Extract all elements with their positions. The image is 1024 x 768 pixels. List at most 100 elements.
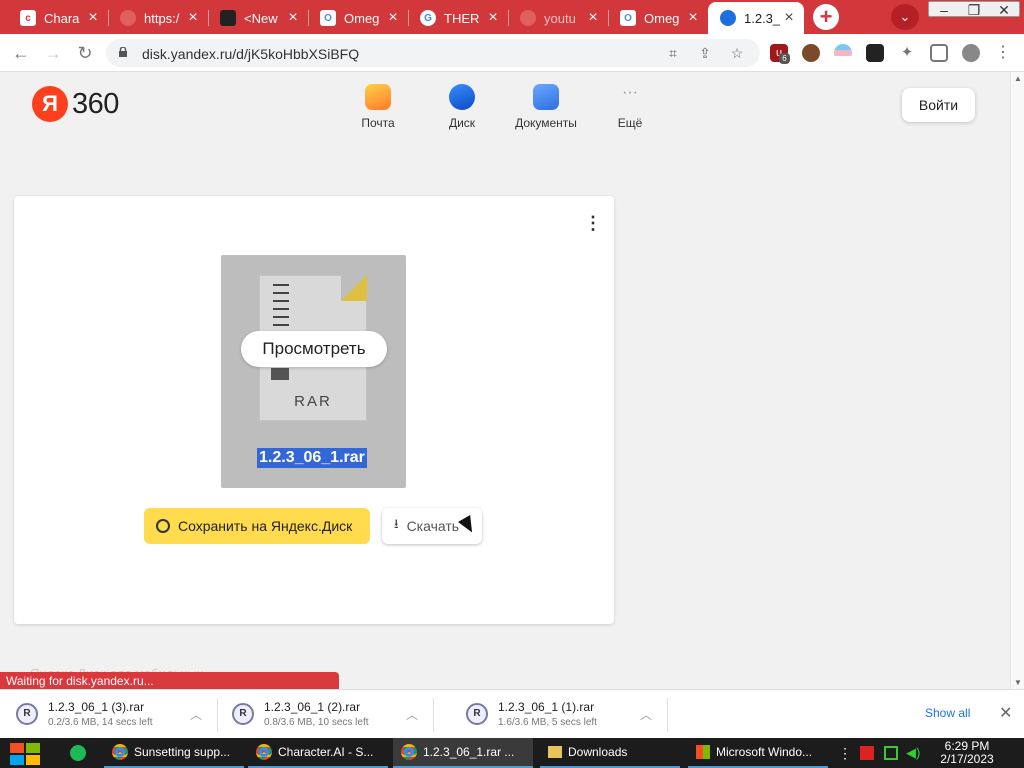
back-icon[interactable]: ← bbox=[10, 42, 32, 64]
scrollbar[interactable]: ▲ ▼ bbox=[1010, 72, 1024, 689]
close-icon[interactable]: × bbox=[684, 9, 702, 27]
download-item[interactable]: R 1.2.3_06_1 (3).rar 0.2/3.6 MB, 14 secs… bbox=[0, 690, 218, 739]
download-name: 1.2.3_06_1 (3).rar bbox=[48, 700, 145, 714]
scroll-down-icon[interactable]: ▼ bbox=[1013, 678, 1023, 687]
service-mail[interactable]: Почта bbox=[338, 84, 418, 130]
close-icon[interactable]: × bbox=[780, 9, 798, 27]
spotify-icon[interactable] bbox=[70, 745, 86, 761]
folder-icon bbox=[548, 746, 562, 758]
taskbar-item[interactable]: Microsoft Windo... bbox=[688, 738, 828, 768]
network-icon[interactable] bbox=[884, 746, 898, 760]
download-item[interactable]: R 1.2.3_06_1 (1).rar 1.6/3.6 MB, 5 secs … bbox=[450, 690, 668, 739]
tab-2[interactable]: https:/ × bbox=[108, 4, 209, 32]
tab-3[interactable]: <New × bbox=[208, 4, 309, 32]
taskbar-item[interactable]: Character.AI - S... bbox=[248, 738, 388, 768]
tray-overflow-icon[interactable]: ⋮ bbox=[838, 746, 852, 760]
close-icon[interactable]: × bbox=[284, 9, 302, 27]
tab-title: Omeg bbox=[344, 10, 380, 26]
more-dots-icon: ··· bbox=[622, 84, 638, 101]
show-all-link[interactable]: Show all bbox=[925, 706, 970, 720]
logo-360-text: 360 bbox=[72, 87, 119, 120]
download-name: 1.2.3_06_1 (1).rar bbox=[498, 700, 595, 714]
file-preview[interactable]: RAR Просмотреть 1.2.3_06_1.rar bbox=[221, 255, 406, 488]
chrome-icon bbox=[401, 744, 417, 760]
chevron-up-icon[interactable]: ︿ bbox=[640, 706, 652, 723]
taskbar-item[interactable]: Downloads bbox=[540, 738, 680, 768]
forward-icon[interactable]: → bbox=[42, 42, 64, 64]
close-icon[interactable]: × bbox=[484, 9, 502, 27]
share-icon[interactable]: ⇪ bbox=[696, 44, 714, 62]
chevron-up-icon[interactable]: ︿ bbox=[406, 706, 418, 723]
close-icon[interactable]: × bbox=[184, 9, 202, 27]
tampermonkey-icon bbox=[220, 10, 236, 26]
close-icon[interactable]: × bbox=[84, 9, 102, 27]
tab-6[interactable]: youtu × bbox=[508, 4, 609, 32]
file-name: 1.2.3_06_1.rar bbox=[257, 448, 367, 468]
windows-taskbar: Sunsetting supp... Character.AI - S... 1… bbox=[0, 738, 1024, 768]
tab-active[interactable]: 1.2.3_ × bbox=[708, 2, 804, 34]
tampermonkey-extension-icon[interactable] bbox=[866, 44, 884, 62]
omegle-icon: O bbox=[620, 10, 636, 26]
chevron-up-icon[interactable]: ︿ bbox=[190, 706, 202, 723]
tab-7[interactable]: O Omeg × bbox=[608, 4, 708, 32]
login-button[interactable]: Войти bbox=[902, 88, 975, 122]
minimize-icon[interactable]: – bbox=[929, 2, 959, 20]
volume-icon[interactable]: ◀) bbox=[906, 746, 920, 760]
download-item[interactable]: R 1.2.3_06_1 (2).rar 0.8/3.6 MB, 10 secs… bbox=[216, 690, 434, 739]
side-panel-icon[interactable] bbox=[930, 44, 948, 62]
new-tab-button[interactable]: + bbox=[813, 4, 839, 30]
service-more[interactable]: ··· Ещё bbox=[590, 84, 670, 130]
taskbar-label: Microsoft Windo... bbox=[716, 745, 813, 759]
service-label: Документы bbox=[515, 116, 577, 130]
disk-icon bbox=[156, 519, 170, 533]
menu-kebab-icon[interactable]: ⋮ bbox=[994, 44, 1012, 62]
profile-icon[interactable] bbox=[962, 44, 980, 62]
rar-archive-icon: R bbox=[16, 703, 38, 725]
taskbar-label: Sunsetting supp... bbox=[134, 745, 231, 759]
chrome-icon bbox=[256, 744, 272, 760]
windows-app-icon bbox=[696, 745, 710, 759]
system-clock[interactable]: 6:29 PM 2/17/2023 bbox=[936, 740, 998, 766]
service-disk[interactable]: Диск bbox=[422, 84, 502, 130]
reload-icon[interactable]: ↻ bbox=[74, 42, 96, 64]
tab-5[interactable]: G THER × bbox=[408, 4, 509, 32]
bookmark-star-icon[interactable]: ☆ bbox=[728, 44, 746, 62]
yandex-360-logo[interactable]: Я 360 bbox=[32, 86, 119, 122]
tab-title: <New bbox=[244, 10, 278, 26]
tab-title: THER bbox=[444, 10, 480, 26]
address-bar[interactable]: disk.yandex.ru/d/jK5koHbbXSiBFQ ⌗ ⇪ ☆ bbox=[106, 39, 760, 67]
flag-icon[interactable] bbox=[860, 746, 874, 760]
service-docs[interactable]: Документы bbox=[506, 84, 586, 130]
close-icon[interactable]: × bbox=[384, 9, 402, 27]
windows-start-icon[interactable] bbox=[10, 743, 42, 765]
translate-icon[interactable]: ⌗ bbox=[664, 44, 682, 62]
more-options-icon[interactable]: ⋮ bbox=[584, 214, 602, 232]
file-type-label: RAR bbox=[294, 393, 332, 410]
tab-search-button[interactable]: ⌄ bbox=[891, 4, 919, 30]
tab-title: Omeg bbox=[644, 10, 680, 26]
tab-4[interactable]: O Omeg × bbox=[308, 4, 409, 32]
download-status: 0.8/3.6 MB, 10 secs left bbox=[264, 717, 369, 728]
save-to-disk-button[interactable]: Сохранить на Яндекс.Диск bbox=[144, 508, 370, 544]
download-name: 1.2.3_06_1 (2).rar bbox=[264, 700, 361, 714]
extension-flag-icon[interactable] bbox=[834, 44, 852, 62]
extensions-puzzle-icon[interactable]: ✦ bbox=[898, 44, 916, 62]
tab-title: https:/ bbox=[144, 10, 180, 26]
tab-title: 1.2.3_ bbox=[744, 10, 780, 26]
rar-archive-icon: R bbox=[466, 703, 488, 725]
download-status: 1.6/3.6 MB, 5 secs left bbox=[498, 717, 597, 728]
page-fold bbox=[341, 275, 367, 301]
taskbar-item[interactable]: Sunsetting supp... bbox=[104, 738, 244, 768]
omegle-icon: O bbox=[320, 10, 336, 26]
close-icon[interactable]: × bbox=[584, 9, 602, 27]
restore-icon[interactable]: ❐ bbox=[959, 2, 989, 20]
close-window-icon[interactable]: ✕ bbox=[989, 2, 1019, 20]
close-downloads-icon[interactable]: ✕ bbox=[999, 703, 1012, 723]
preview-button[interactable]: Просмотреть bbox=[241, 331, 387, 367]
tab-1[interactable]: c Chara × bbox=[8, 4, 109, 32]
chrome-icon bbox=[112, 744, 128, 760]
taskbar-item-active[interactable]: 1.2.3_06_1.rar ... bbox=[393, 738, 533, 768]
scroll-up-icon[interactable]: ▲ bbox=[1013, 74, 1023, 83]
window-controls: – ❐ ✕ bbox=[928, 1, 1020, 20]
extension-avatar-icon[interactable] bbox=[802, 44, 820, 62]
